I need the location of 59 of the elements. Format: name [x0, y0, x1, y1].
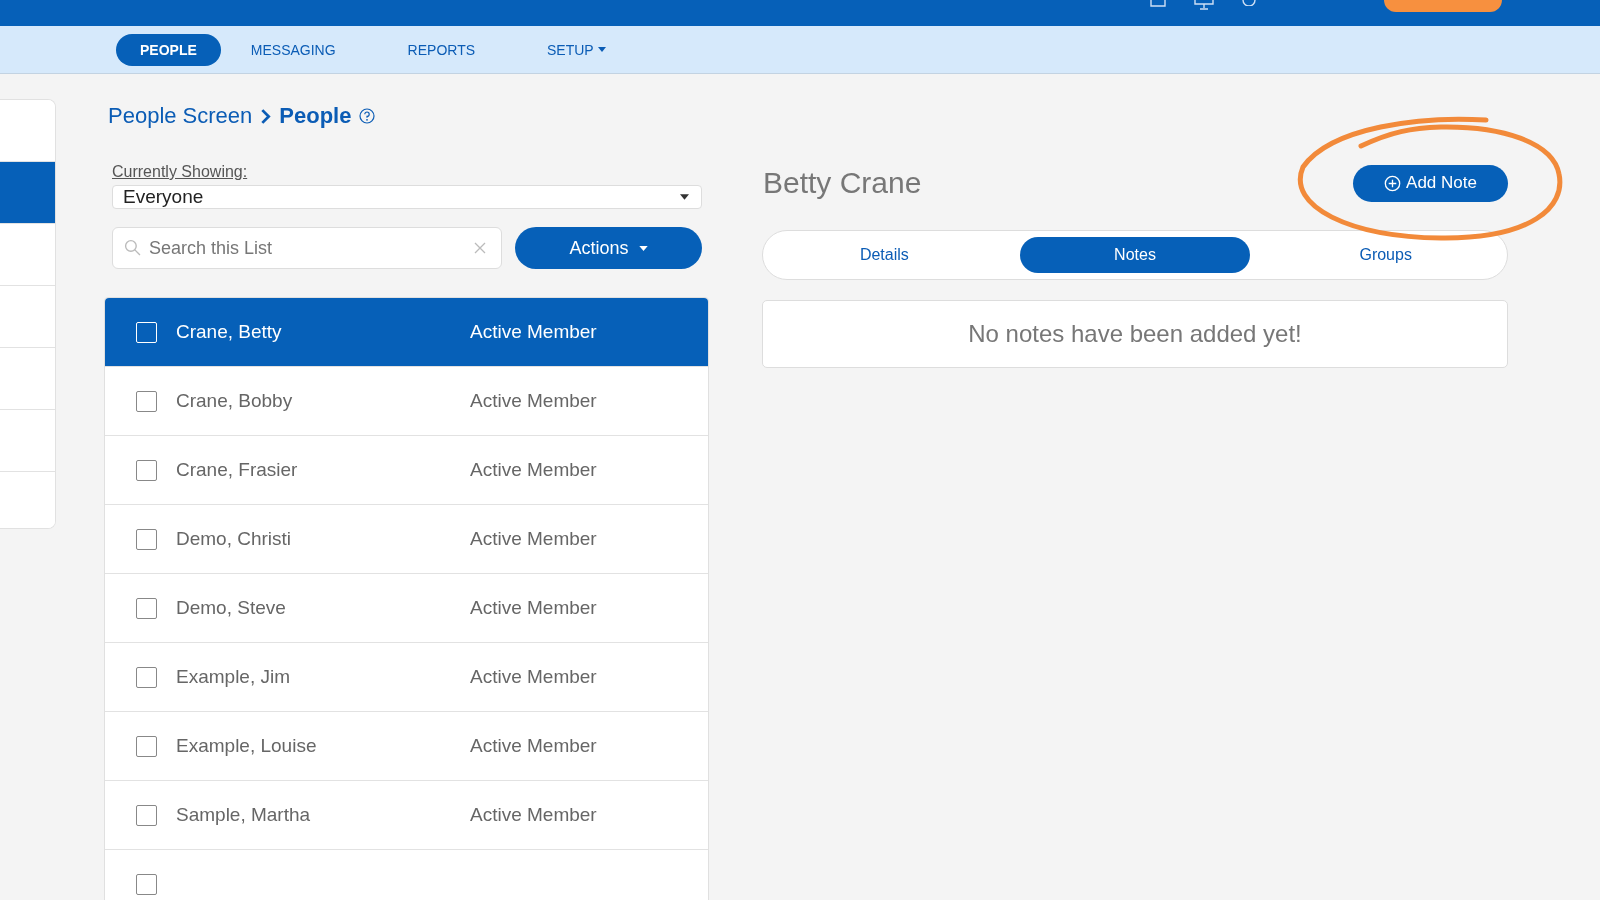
table-row[interactable]: Example, Jim Active Member — [105, 643, 708, 712]
caret-icon — [680, 194, 689, 200]
search-icon — [124, 239, 141, 256]
checkbox[interactable] — [136, 735, 157, 757]
status-cell: Active Member — [470, 321, 597, 343]
table-row[interactable]: Crane, Frasier Active Member — [105, 436, 708, 505]
user-icon[interactable] — [1242, 0, 1256, 6]
checkbox[interactable] — [136, 666, 157, 688]
checkbox[interactable] — [136, 528, 157, 550]
caret-icon — [638, 245, 648, 251]
person-name-cell-text: Example, Louise — [176, 735, 318, 757]
status-cell: Active Member — [470, 459, 597, 481]
help-icon[interactable] — [359, 108, 376, 124]
person-name: Betty Crane — [763, 166, 922, 200]
tab[interactable]: Notes — [1019, 237, 1251, 273]
clear-icon[interactable] — [474, 242, 486, 254]
document-icon[interactable] — [1150, 0, 1166, 8]
person-name-cell-text: Crane, Bobby — [176, 390, 294, 412]
tab[interactable]: Groups — [1270, 237, 1501, 273]
table-row[interactable]: Sample, Martha Active Member — [105, 781, 708, 850]
breadcrumb-link[interactable]: People Screen — [108, 103, 253, 129]
add-note-button[interactable]: Add Note — [1353, 164, 1508, 202]
table-row[interactable]: Crane, Betty Active Member — [105, 298, 708, 367]
status-cell: Active Member — [470, 666, 597, 688]
table-row[interactable]: Crane, Bobby Active Member — [105, 367, 708, 436]
nav-tab[interactable]: SETUP — [523, 33, 630, 66]
header-button[interactable] — [1384, 0, 1502, 12]
nav-tab[interactable]: REPORTS — [383, 33, 500, 66]
table-row[interactable]: Demo, Christi Active Member — [105, 505, 708, 574]
filter-label: Currently Showing: — [112, 163, 249, 181]
checkbox[interactable] — [136, 459, 157, 481]
person-name-cell-text: Crane, Frasier — [176, 459, 299, 481]
status-cell: Active Member — [470, 528, 597, 550]
plus-circle-icon — [1384, 174, 1402, 192]
checkbox[interactable] — [136, 597, 157, 619]
status-cell: Active Member — [470, 735, 597, 757]
checkbox[interactable] — [136, 804, 157, 826]
person-name-cell-text: Crane, Betty — [176, 321, 283, 343]
page-title: People — [279, 103, 352, 129]
monitor-icon[interactable] — [1194, 0, 1214, 10]
actions-button[interactable]: Actions — [515, 227, 702, 269]
status-cell: Active Member — [470, 804, 597, 826]
tab[interactable]: Details — [769, 237, 1000, 273]
checkbox[interactable] — [136, 873, 157, 895]
person-name-cell-text: Example, Jim — [176, 666, 292, 688]
table-row[interactable]: Demo, Steve Active Member — [105, 574, 708, 643]
chevron-right-icon — [260, 107, 272, 125]
status-cell: Active Member — [470, 597, 597, 619]
status-cell: Active Member — [470, 390, 597, 412]
person-name-cell-text: Demo, Steve — [176, 597, 287, 619]
person-name-cell-text: Sample, Martha — [176, 804, 312, 826]
nav-tab[interactable]: PEOPLE — [116, 33, 221, 66]
filter-dropdown[interactable]: Everyone — [112, 185, 702, 209]
nav-tab[interactable]: MESSAGING — [226, 33, 360, 66]
search-field[interactable]: Search this List — [112, 227, 502, 269]
empty-notes-message: No notes have been added yet! — [762, 300, 1508, 368]
person-name-cell-text: Demo, Christi — [176, 528, 293, 550]
table-row[interactable]: Example, Louise Active Member — [105, 712, 708, 781]
checkbox[interactable] — [136, 390, 157, 412]
